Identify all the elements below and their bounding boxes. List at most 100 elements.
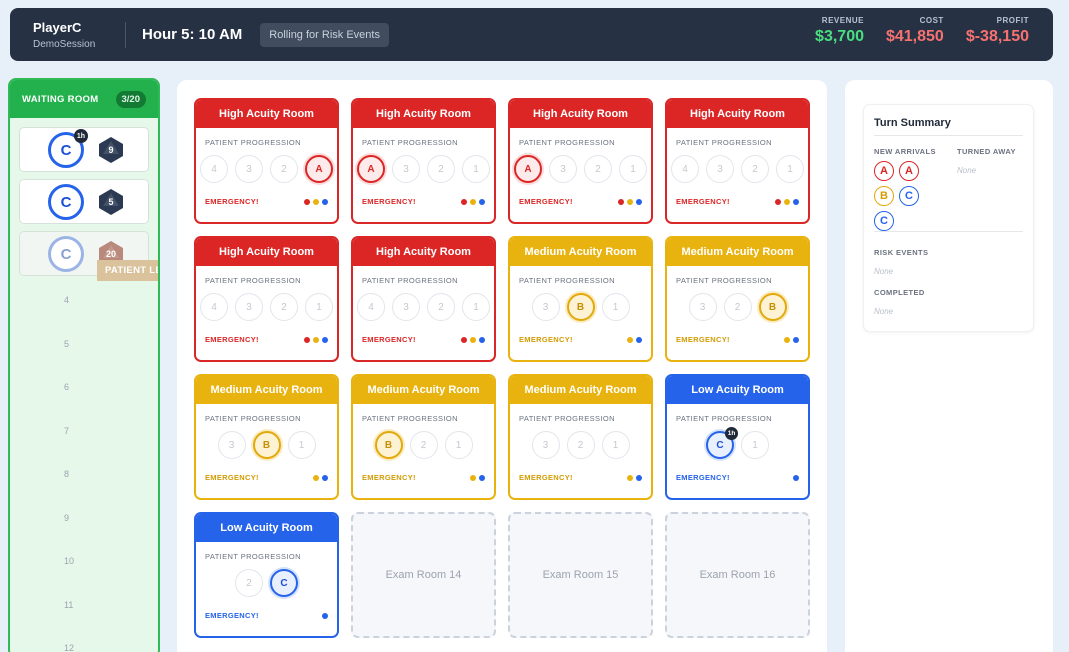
turned-away-value: None — [957, 166, 977, 175]
treatment-room[interactable]: Medium Acuity Room PATIENT PROGRESSION 3 2 1… — [508, 374, 653, 500]
progress-step: 2 — [584, 155, 612, 183]
treatment-room[interactable]: Medium Acuity Room PATIENT PROGRESSION 3 B 1… — [194, 374, 339, 500]
step-number: 3 — [228, 439, 235, 451]
patient-token[interactable]: B — [566, 293, 595, 321]
session-name: DemoSession — [33, 38, 96, 50]
empty-exam-room[interactable]: Exam Room 15 — [508, 512, 653, 638]
room-title: Medium Acuity Room — [667, 238, 808, 266]
patient-token[interactable]: A — [305, 155, 333, 183]
patient-token[interactable]: C 1h — [706, 427, 738, 459]
step-number: 4 — [368, 301, 374, 313]
waiting-slot-number: 6 — [64, 382, 70, 392]
arrival-token: C — [899, 186, 919, 206]
metric-label: PROFIT — [996, 16, 1029, 25]
acuity-dot — [793, 474, 799, 481]
acuity-dot — [784, 336, 790, 343]
patient-token[interactable]: B — [252, 431, 281, 459]
step-number: 3 — [717, 163, 723, 175]
acuity-dots — [304, 336, 328, 343]
treatment-room[interactable]: High Acuity Room PATIENT PROGRESSION A 3 2 1 E… — [351, 98, 496, 224]
waiting-slot[interactable]: C5 — [19, 179, 149, 224]
acuity-dot — [313, 336, 319, 343]
metric-label: REVENUE — [821, 16, 864, 25]
arrival-token: A — [899, 161, 919, 181]
treatment-room[interactable]: Low Acuity Room PATIENT PROGRESSION 2 C EMER… — [194, 512, 339, 638]
progression-label: PATIENT PROGRESSION — [519, 414, 615, 423]
treatment-room[interactable]: Low Acuity Room PATIENT PROGRESSION C 1h 1 EM… — [665, 374, 810, 500]
room-footer: EMERGENCY! — [676, 197, 799, 206]
treatment-room[interactable]: High Acuity Room PATIENT PROGRESSION A 3 2 1 E… — [508, 98, 653, 224]
dice-value: 9 — [108, 145, 114, 155]
acuity-dots — [313, 474, 328, 481]
new-arrivals-label: NEW ARRIVALS — [874, 147, 936, 156]
acuity-dot — [793, 198, 799, 205]
step-number: 2 — [281, 163, 287, 175]
room-footer: EMERGENCY! — [519, 473, 642, 482]
patient-token[interactable]: B — [374, 431, 403, 459]
waiting-room-header: WAITING ROOM 3/20 — [10, 80, 158, 118]
acuity-dots — [775, 198, 799, 205]
progression-label: PATIENT PROGRESSION — [519, 276, 615, 285]
metric-revenue: REVENUE $3,700 — [815, 16, 864, 46]
treatment-room[interactable]: Medium Acuity Room PATIENT PROGRESSION 3 2 B… — [665, 236, 810, 362]
progress-step: 2 — [270, 155, 298, 183]
progression-steps: 4 3 2 1 — [667, 155, 808, 183]
progress-step: 4 — [671, 155, 699, 183]
treatment-room[interactable]: Medium Acuity Room PATIENT PROGRESSION B 2 1… — [351, 374, 496, 500]
emergency-label: EMERGENCY! — [362, 473, 416, 482]
acuity-dot — [470, 474, 476, 481]
progress-step: 2 — [427, 293, 455, 321]
room-footer: EMERGENCY! — [205, 473, 328, 482]
empty-exam-room[interactable]: Exam Room 16 — [665, 512, 810, 638]
step-number: 4 — [211, 163, 217, 175]
progression-steps: 4 3 2 A — [196, 155, 337, 183]
patient-token[interactable]: A — [357, 155, 385, 183]
waiting-slot[interactable]: C20PATIENT LEAV — [19, 231, 158, 281]
step-number: 3 — [403, 301, 409, 313]
room-title: High Acuity Room — [196, 100, 337, 128]
room-title: High Acuity Room — [196, 238, 337, 266]
treatment-room[interactable]: High Acuity Room PATIENT PROGRESSION 4 3 2 1 E… — [665, 98, 810, 224]
d20-dice-icon: 5 — [97, 188, 125, 216]
patient-token[interactable]: A — [514, 155, 542, 183]
progression-steps: 2C — [196, 569, 337, 597]
treatment-room[interactable]: Medium Acuity Room PATIENT PROGRESSION 3 B 1… — [508, 236, 653, 362]
treatment-room[interactable]: High Acuity Room PATIENT PROGRESSION 4 3 2 1 E… — [194, 236, 339, 362]
progression-label: PATIENT PROGRESSION — [676, 414, 772, 423]
waiting-slot[interactable]: C 1h 9 — [19, 127, 149, 172]
progression-steps: A 3 2 1 — [510, 155, 651, 183]
progression-steps: 3 B 1 — [196, 431, 337, 459]
patient-token[interactable]: C — [48, 184, 84, 220]
top-bar: PlayerC DemoSession Hour 5: 10 AM Rollin… — [10, 8, 1053, 61]
progress-step: 1 — [601, 431, 630, 459]
patient-token[interactable]: C 1h — [48, 129, 88, 168]
emergency-label: EMERGENCY! — [519, 335, 573, 344]
treatment-room[interactable]: High Acuity Room PATIENT PROGRESSION 4 3 2 A E… — [194, 98, 339, 224]
emergency-label: EMERGENCY! — [519, 473, 573, 482]
patient-token[interactable]: C — [48, 236, 84, 272]
acuity-dot — [618, 198, 624, 205]
progress-step: 3 — [549, 155, 577, 183]
progression-steps: 3 2 1 — [510, 431, 651, 459]
progress-step: 1 — [462, 155, 490, 183]
acuity-dot — [479, 474, 485, 481]
acuity-dot — [479, 198, 485, 205]
empty-exam-room[interactable]: Exam Room 14 — [351, 512, 496, 638]
step-number: 2 — [595, 163, 601, 175]
progression-label: PATIENT PROGRESSION — [362, 276, 458, 285]
phase-status: Rolling for Risk Events — [260, 22, 389, 47]
room-footer: EMERGENCY! — [362, 335, 485, 344]
header-divider — [125, 21, 126, 48]
room-title: High Acuity Room — [353, 100, 494, 128]
metric-profit: PROFIT $-38,150 — [966, 16, 1029, 46]
treatment-room[interactable]: High Acuity Room PATIENT PROGRESSION 4 3 2 1 E… — [351, 236, 496, 362]
d20-dice-icon: 9 — [97, 136, 125, 164]
patient-token[interactable]: C — [270, 569, 298, 597]
patient-token[interactable]: B — [758, 293, 787, 321]
waiting-room-panel: WAITING ROOM 3/20 C1h9C5C20PATIENT LEAV4… — [8, 78, 160, 652]
emergency-label: EMERGENCY! — [362, 197, 416, 206]
progression-steps: B 2 1 — [353, 431, 494, 459]
progression-label: PATIENT PROGRESSION — [362, 138, 458, 147]
progression-label: PATIENT PROGRESSION — [519, 138, 615, 147]
progress-step: 1 — [444, 431, 473, 459]
